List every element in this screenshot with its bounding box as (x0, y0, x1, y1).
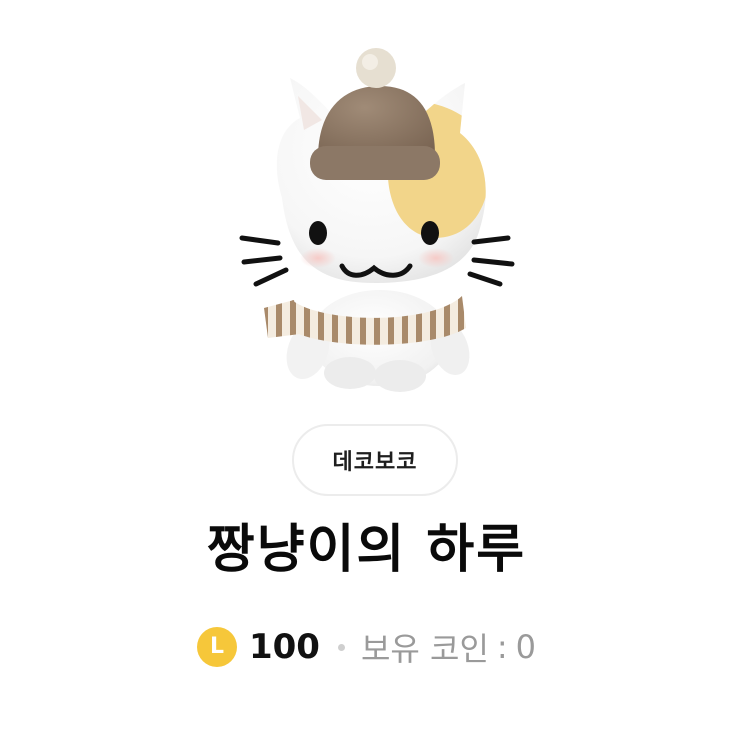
owned-coins-separator: : (496, 628, 508, 666)
price-value: 100 (248, 627, 320, 667)
owned-coins-label: 보유 코인 (360, 630, 489, 668)
cat-illustration (239, 48, 515, 392)
sticker-detail-page: 데코보코 짱냥이의 하루 L 100 보유 코인 : 0 (0, 0, 733, 733)
cat-character-sticker[interactable] (230, 38, 520, 398)
price-row: L 100 보유 코인 : 0 (0, 620, 733, 674)
creator-label: 데코보코 (332, 450, 418, 475)
sticker-title: 짱냥이의 하루 (206, 520, 527, 580)
coin-icon-letter: L (209, 634, 224, 659)
separator-dot (337, 643, 345, 651)
owned-coins-value: 0 (515, 628, 537, 666)
creator-button[interactable]: 데코보코 (292, 424, 458, 496)
coin-icon: L (196, 627, 237, 667)
